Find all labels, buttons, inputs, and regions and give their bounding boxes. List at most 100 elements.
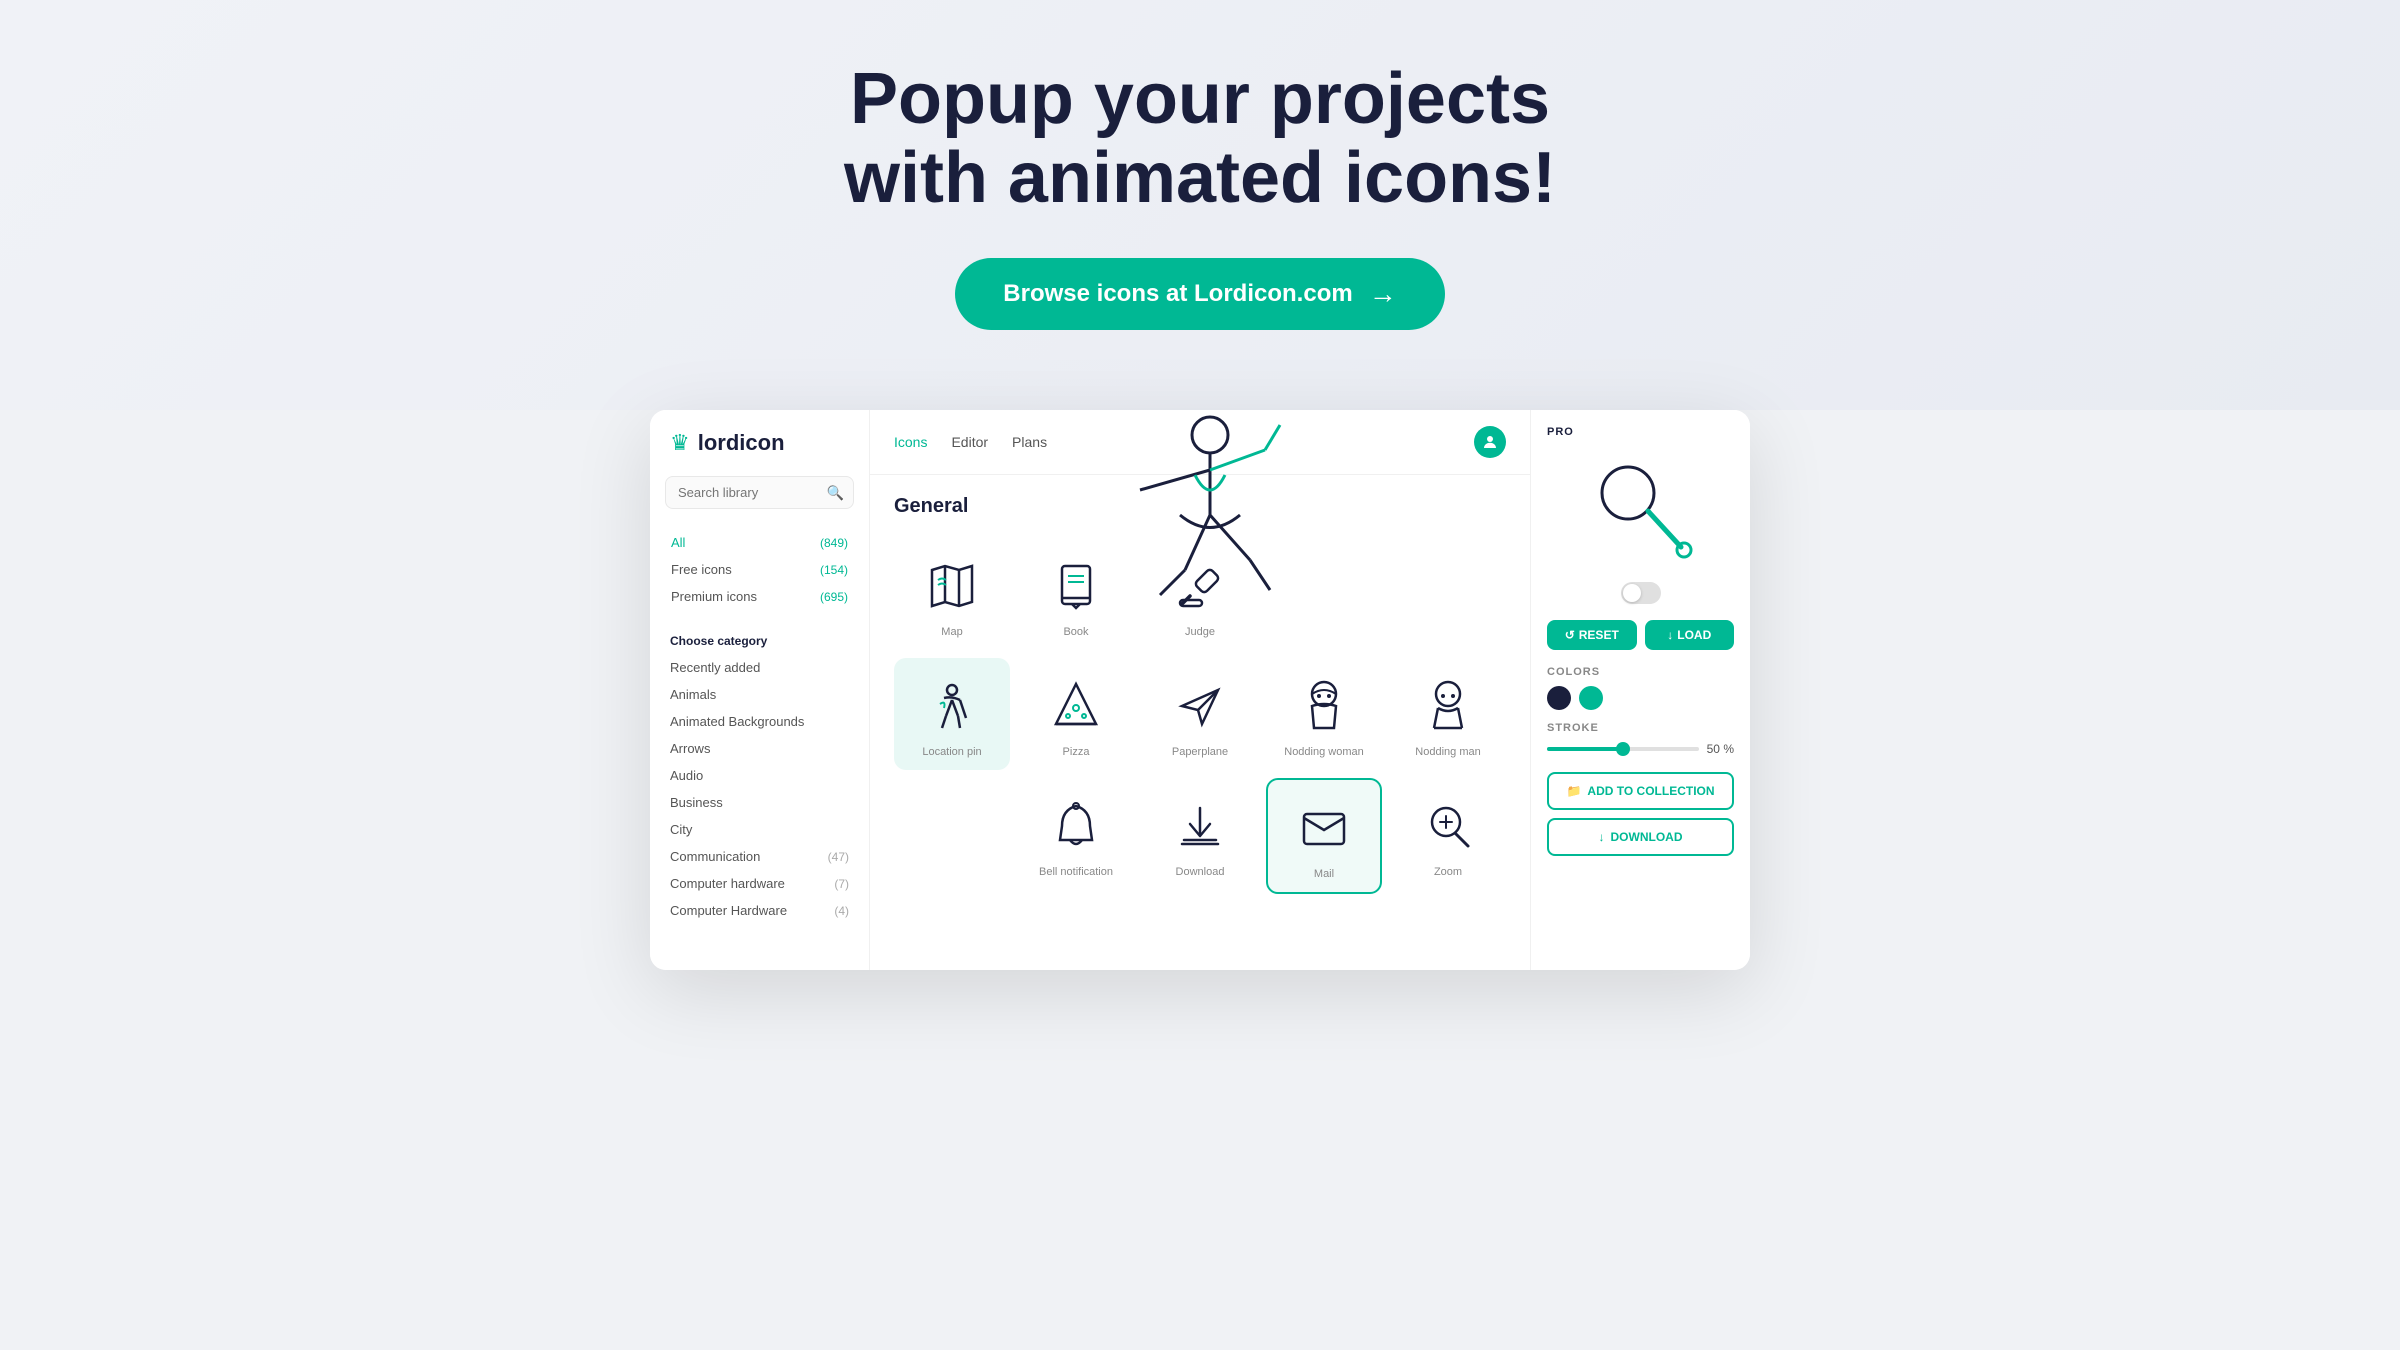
stroke-thumb[interactable] xyxy=(1616,742,1630,756)
icon-mail[interactable]: Mail xyxy=(1266,778,1382,894)
load-button[interactable]: ↓ LOAD xyxy=(1645,620,1735,650)
action-buttons: ↺ RESET ↓ LOAD xyxy=(1547,620,1734,650)
nav-plans[interactable]: Plans xyxy=(1012,434,1047,450)
app-window: ♛ lordicon 🔍 All (849) Free icons (154) … xyxy=(650,410,1750,970)
filter-all-label: All xyxy=(671,535,685,550)
bell-label: Bell notification xyxy=(1039,866,1113,878)
download-label: DOWNLOAD xyxy=(1611,830,1683,844)
user-avatar[interactable] xyxy=(1474,426,1506,458)
sidebar-logo: ♛ lordicon xyxy=(650,430,869,476)
map-label: Map xyxy=(941,626,962,638)
paperplane-icon xyxy=(1168,674,1232,738)
top-nav: Icons Editor Plans xyxy=(870,410,1530,475)
category-animated-backgrounds[interactable]: Animated Backgrounds xyxy=(650,708,869,735)
category-computer-hardware-alt[interactable]: Computer Hardware (4) xyxy=(650,897,869,924)
category-computer-hardware[interactable]: Computer hardware (7) xyxy=(650,870,869,897)
icon-empty3 xyxy=(894,778,1010,894)
pizza-icon xyxy=(1044,674,1108,738)
stroke-fill xyxy=(1547,747,1623,751)
nav-icons[interactable]: Icons xyxy=(894,434,927,450)
logo-crown-icon: ♛ xyxy=(670,430,690,456)
book-label: Book xyxy=(1063,626,1088,638)
icon-zoom[interactable]: Zoom xyxy=(1390,778,1506,894)
icon-book[interactable]: Book xyxy=(1018,538,1134,650)
nodding-man-label: Nodding man xyxy=(1415,746,1480,758)
category-business[interactable]: Business xyxy=(650,789,869,816)
preview-icon xyxy=(1581,450,1701,570)
nav-links: Icons Editor Plans xyxy=(894,434,1047,450)
icon-location-pin[interactable]: Location pin xyxy=(894,658,1010,770)
pizza-label: Pizza xyxy=(1063,746,1090,758)
collection-label: ADD TO COLLECTION xyxy=(1587,784,1714,798)
bell-icon xyxy=(1044,794,1108,858)
logo-text: lordicon xyxy=(698,430,785,456)
mail-icon xyxy=(1292,796,1356,860)
search-icon: 🔍 xyxy=(827,484,844,501)
filter-premium-label: Premium icons xyxy=(671,589,757,604)
category-communication[interactable]: Communication (47) xyxy=(650,843,869,870)
hero-title: Popup your projects with animated icons! xyxy=(750,60,1650,218)
zoom-label: Zoom xyxy=(1434,866,1462,878)
download-label: Download xyxy=(1176,866,1225,878)
filter-all-count: (849) xyxy=(820,536,848,550)
filter-section: All (849) Free icons (154) Premium icons… xyxy=(650,529,869,610)
load-label: LOAD xyxy=(1677,628,1711,642)
nodding-woman-label: Nodding woman xyxy=(1284,746,1364,758)
category-arrows[interactable]: Arrows xyxy=(650,735,869,762)
icon-paperplane[interactable]: Paperplane xyxy=(1142,658,1258,770)
toggle-bar[interactable] xyxy=(1547,582,1734,604)
nodding-woman-icon xyxy=(1292,674,1356,738)
map-icon xyxy=(920,554,984,618)
location-pin-label: Location pin xyxy=(922,746,981,758)
color-dot-dark[interactable] xyxy=(1547,686,1571,710)
right-panel: PRO ↺ RESET ↓ LOAD COLORS xyxy=(1530,410,1750,970)
icon-nodding-woman[interactable]: Nodding woman xyxy=(1266,658,1382,770)
category-recently-added[interactable]: Recently added xyxy=(650,654,869,681)
icon-judge[interactable]: Judge xyxy=(1142,538,1258,650)
icon-map[interactable]: Map xyxy=(894,538,1010,650)
filter-premium[interactable]: Premium icons (695) xyxy=(665,583,854,610)
zoom-icon xyxy=(1416,794,1480,858)
color-dots xyxy=(1547,686,1734,710)
filter-free-label: Free icons xyxy=(671,562,732,577)
reset-icon: ↺ xyxy=(1565,628,1575,642)
icon-nodding-man[interactable]: Nodding man xyxy=(1390,658,1506,770)
filter-free[interactable]: Free icons (154) xyxy=(665,556,854,583)
stroke-row: 50 % xyxy=(1547,742,1734,756)
paperplane-label: Paperplane xyxy=(1172,746,1228,758)
hero-cta-button[interactable]: Browse icons at Lordicon.com → xyxy=(955,258,1444,330)
category-audio[interactable]: Audio xyxy=(650,762,869,789)
filter-all[interactable]: All (849) xyxy=(665,529,854,556)
animation-toggle[interactable] xyxy=(1621,582,1661,604)
nodding-man-icon xyxy=(1416,674,1480,738)
judge-icon xyxy=(1168,554,1232,618)
category-animals[interactable]: Animals xyxy=(650,681,869,708)
icon-grid: Map Book xyxy=(894,538,1506,894)
reset-button[interactable]: ↺ RESET xyxy=(1547,620,1637,650)
download-button[interactable]: ↓ DOWNLOAD xyxy=(1547,818,1734,856)
collection-icon: 📁 xyxy=(1566,784,1581,798)
colors-section: COLORS xyxy=(1547,666,1734,710)
colors-title: COLORS xyxy=(1547,666,1734,678)
category-section-label: Choose category xyxy=(650,626,869,654)
icon-empty2 xyxy=(1390,538,1506,650)
icon-download[interactable]: Download xyxy=(1142,778,1258,894)
icon-pizza[interactable]: Pizza xyxy=(1018,658,1134,770)
nav-editor[interactable]: Editor xyxy=(951,434,988,450)
icon-bell[interactable]: Bell notification xyxy=(1018,778,1134,894)
download-icon xyxy=(1168,794,1232,858)
stroke-slider[interactable] xyxy=(1547,747,1699,751)
hero-cta-label: Browse icons at Lordicon.com xyxy=(1003,280,1352,308)
add-to-collection-button[interactable]: 📁 ADD TO COLLECTION xyxy=(1547,772,1734,810)
book-icon xyxy=(1044,554,1108,618)
color-dot-green[interactable] xyxy=(1579,686,1603,710)
hero-cta-arrow: → xyxy=(1369,278,1397,310)
icon-empty1 xyxy=(1266,538,1382,650)
location-pin-icon xyxy=(920,674,984,738)
category-city[interactable]: City xyxy=(650,816,869,843)
filter-free-count: (154) xyxy=(820,563,848,577)
search-box[interactable]: 🔍 xyxy=(665,476,854,509)
stroke-value: 50 % xyxy=(1707,742,1734,756)
section-title: General xyxy=(894,495,1506,518)
sidebar: ♛ lordicon 🔍 All (849) Free icons (154) … xyxy=(650,410,870,970)
